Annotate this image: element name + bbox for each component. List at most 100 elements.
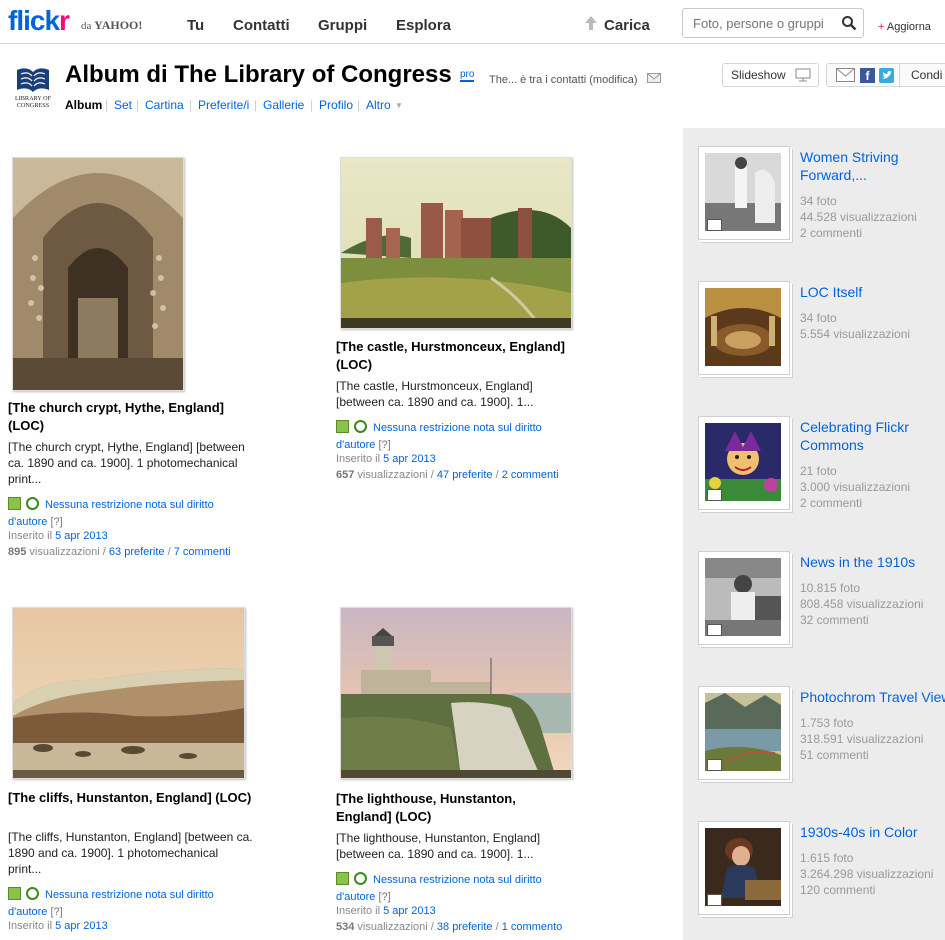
set-title-link[interactable]: Celebrating Flickr Commons	[800, 418, 909, 454]
date-link[interactable]: 5 apr 2013	[383, 453, 436, 465]
comments-link[interactable]: 7 commenti	[174, 546, 231, 558]
license-square-icon	[336, 420, 349, 433]
views-label: visualizzazioni /	[357, 469, 434, 481]
license-square-icon	[8, 887, 21, 900]
photo-thumbnail-castle[interactable]	[340, 157, 572, 329]
tab-favorites[interactable]: Preferite/i	[198, 98, 249, 112]
inserted-label: Inserito il	[8, 530, 53, 542]
set-thumbnail[interactable]	[698, 821, 790, 915]
tab-separator: |	[189, 98, 193, 112]
comment-icon	[707, 894, 722, 906]
tab-galleries[interactable]: Gallerie	[263, 98, 304, 112]
flickr-logo-text: flick	[8, 5, 60, 36]
license-info: Nessuna restrizione nota sul diritto d'a…	[8, 887, 248, 921]
search-box	[682, 8, 864, 38]
views-count: 534	[336, 921, 355, 933]
photo-thumbnail-church-crypt[interactable]	[12, 157, 184, 391]
share-bar: f Condi	[826, 63, 945, 87]
license-info: Nessuna restrizione nota sul diritto d'a…	[336, 420, 576, 454]
contact-status[interactable]: The... è tra i contatti (modifica)	[489, 74, 638, 86]
set-cover-image	[705, 288, 781, 366]
share-label[interactable]: Condi	[911, 68, 942, 82]
set-thumbnail[interactable]	[698, 146, 790, 240]
tab-set[interactable]: Set	[114, 98, 132, 112]
help-link[interactable]: [?]	[50, 516, 62, 528]
license-square-icon	[336, 872, 349, 885]
comments-link[interactable]: 1 commento	[502, 921, 563, 933]
set-photo-count: 21 foto	[800, 464, 837, 478]
date-link[interactable]: 5 apr 2013	[383, 905, 436, 917]
upload-date: Inserito il 5 apr 2013	[336, 451, 436, 467]
photo-stats: 534 visualizzazioni / 38 preferite / 1 c…	[336, 921, 563, 933]
favorites-link[interactable]: 38 preferite	[437, 921, 493, 933]
slideshow-label: Slideshow	[731, 68, 786, 82]
tab-map[interactable]: Cartina	[145, 98, 184, 112]
no-restriction-icon	[354, 420, 367, 433]
search-input[interactable]	[691, 15, 835, 32]
date-link[interactable]: 5 apr 2013	[55, 920, 108, 932]
set-item[interactable]: Photochrom Travel View 1.753 foto 318.59…	[683, 668, 945, 803]
set-thumbnail[interactable]	[698, 281, 790, 375]
set-photo-count: 1.753 foto	[800, 716, 854, 730]
favorites-link[interactable]: 63 preferite	[109, 546, 165, 558]
set-title-link[interactable]: LOC Itself	[800, 283, 862, 301]
license-info: Nessuna restrizione nota sul diritto d'a…	[336, 872, 576, 906]
set-item[interactable]: LOC Itself 34 foto 5.554 visualizzazioni	[683, 263, 945, 398]
inserted-label: Inserito il	[8, 920, 53, 932]
photo-title-link[interactable]: [The cliffs, Hunstanton, England] (LOC)	[8, 789, 253, 807]
set-item[interactable]: News in the 1910s 10.815 foto 808.458 vi…	[683, 533, 945, 668]
tab-album[interactable]: Album	[65, 98, 102, 112]
photo-title-link[interactable]: [The lighthouse, Hunstanton, England] (L…	[336, 790, 566, 826]
photo-thumbnail-cliffs[interactable]	[12, 607, 245, 779]
set-photo-count: 10.815 foto	[800, 581, 861, 595]
upload-arrow-icon	[585, 16, 597, 30]
help-link[interactable]: [?]	[50, 906, 62, 918]
photo-thumbnail-lighthouse[interactable]	[340, 607, 572, 779]
set-thumbnail[interactable]	[698, 416, 790, 510]
no-restriction-icon	[354, 872, 367, 885]
set-item[interactable]: 1930s-40s in Color 1.615 foto 3.264.298 …	[683, 803, 945, 938]
set-title-link[interactable]: Photochrom Travel View	[800, 688, 945, 706]
nav-upload[interactable]: Carica	[604, 17, 650, 34]
slideshow-button[interactable]: Slideshow	[722, 63, 819, 87]
tab-profile[interactable]: Profilo	[319, 98, 353, 112]
pro-badge[interactable]: pro	[460, 70, 475, 82]
favorites-link[interactable]: 47 preferite	[437, 469, 493, 481]
nav-you[interactable]: Tu	[187, 17, 204, 34]
search-icon[interactable]	[841, 15, 857, 31]
no-restriction-icon	[26, 497, 39, 510]
photo-stats: 895 visualizzazioni / 63 preferite / 7 c…	[8, 546, 231, 558]
nav-contacts[interactable]: Contatti	[233, 17, 290, 34]
photo-title-link[interactable]: [The church crypt, Hythe, England] (LOC)	[8, 399, 238, 435]
comments-link[interactable]: 2 commenti	[502, 469, 559, 481]
nav-explore[interactable]: Esplora	[396, 17, 451, 34]
set-item[interactable]: Celebrating Flickr Commons 21 foto 3.000 …	[683, 398, 945, 533]
upgrade-label: Aggiorna	[886, 21, 931, 33]
date-link[interactable]: 5 apr 2013	[55, 530, 108, 542]
mail-icon[interactable]	[647, 73, 661, 83]
share-divider	[899, 64, 900, 86]
upgrade-link[interactable]: + Aggiorna	[878, 21, 931, 33]
set-title-link[interactable]: News in the 1910s	[800, 553, 915, 571]
set-title-link[interactable]: Women Striving Forward,...	[800, 148, 899, 184]
set-thumbnail[interactable]	[698, 686, 790, 780]
library-of-congress-logo: LIBRARY OF CONGRESS	[15, 68, 52, 109]
facebook-icon[interactable]: f	[860, 68, 875, 83]
flickr-logo[interactable]: flickr	[8, 5, 70, 36]
loc-logo-text2: CONGRESS	[17, 102, 50, 109]
email-share-icon[interactable]	[836, 68, 855, 82]
set-title-line: Photochrom Travel View	[800, 689, 945, 705]
help-link[interactable]: [?]	[378, 439, 390, 451]
byline-da: da	[81, 20, 92, 32]
help-link[interactable]: [?]	[378, 891, 390, 903]
set-item[interactable]: Women Striving Forward,... 34 foto 44.528…	[683, 128, 945, 263]
photo-title-link[interactable]: [The castle, Hurstmonceux, England] (LOC…	[336, 338, 566, 374]
twitter-icon[interactable]	[879, 68, 894, 83]
photo-description: [The lighthouse, Hunstanton, England] [b…	[336, 831, 541, 861]
twitter-bird-icon	[882, 71, 892, 79]
yahoo-wordmark: YAHOO!	[94, 18, 143, 32]
set-title-link[interactable]: 1930s-40s in Color	[800, 823, 918, 841]
tab-more[interactable]: Altro	[366, 98, 391, 112]
nav-groups[interactable]: Gruppi	[318, 17, 367, 34]
set-thumbnail[interactable]	[698, 551, 790, 645]
